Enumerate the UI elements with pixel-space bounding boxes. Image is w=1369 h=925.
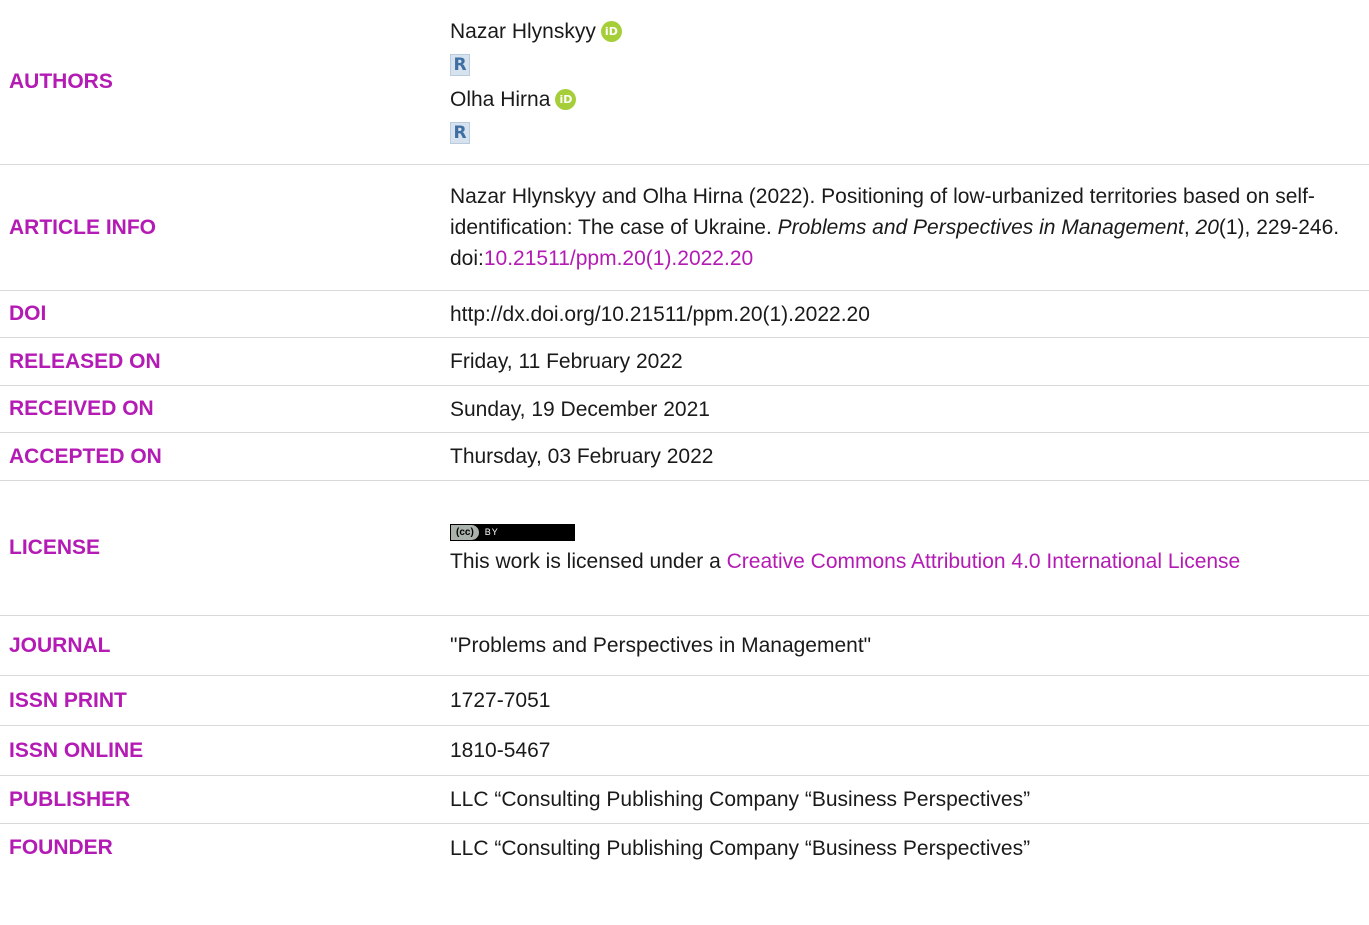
orcid-icon[interactable]: iD [600,20,622,42]
row-issn-print: ISSN PRINT 1727-7051 [0,676,1369,726]
doi-link[interactable]: 10.21511/ppm.20(1).2022.20 [484,247,753,270]
author-1-researchgate: R [450,48,1355,82]
label-issn-online: ISSN ONLINE [9,738,144,762]
row-doi: DOI http://dx.doi.org/10.21511/ppm.20(1)… [0,291,1369,338]
label-accepted: ACCEPTED ON [9,444,162,468]
label-doi: DOI [9,302,47,325]
author-1-name[interactable]: Nazar Hlynskyy [450,16,596,47]
by-icon: BY [484,527,499,537]
issn-online-value: 1810-5467 [450,739,551,762]
license-value: (cc) BY This work is licensed under a Cr… [450,520,1369,577]
accepted-value: Thursday, 03 February 2022 [450,445,714,468]
row-received: RECEIVED ON Sunday, 19 December 2021 [0,386,1369,433]
citation-journal: Problems and Perspectives in Management [777,216,1184,239]
label-journal: JOURNAL [9,633,111,657]
author-1: Nazar Hlynskyy iD [450,14,1355,48]
row-authors: AUTHORS Nazar Hlynskyy iD R Olha Hirna i… [0,0,1369,165]
received-value: Sunday, 19 December 2021 [450,397,710,421]
row-founder: FOUNDER LLC “Consulting Publishing Compa… [0,824,1369,872]
row-article-info: ARTICLE INFO Nazar Hlynskyy and Olha Hir… [0,165,1369,291]
label-publisher: PUBLISHER [9,787,131,811]
founder-value: LLC “Consulting Publishing Company “Busi… [450,836,1031,860]
doi-value: http://dx.doi.org/10.21511/ppm.20(1).202… [450,302,870,326]
author-2-researchgate: R [450,116,1355,150]
issn-print-value: 1727-7051 [450,689,551,712]
cc-by-badge-wrap: (cc) BY [450,520,1355,546]
citation-volume: 20 [1195,216,1219,239]
authors-list: Nazar Hlynskyy iD R Olha Hirna iD R [450,14,1369,150]
license-text-block: This work is licensed under a Creative C… [450,546,1355,577]
researchgate-icon[interactable]: R [450,54,470,76]
cc-icon: (cc) [451,525,479,540]
label-founder: FOUNDER [9,836,113,859]
license-text: This work is licensed under a [450,549,727,573]
label-received: RECEIVED ON [9,397,154,420]
license-link[interactable]: Creative Commons Attribution 4.0 Interna… [727,550,1241,573]
researchgate-icon[interactable]: R [450,122,470,144]
row-publisher: PUBLISHER LLC “Consulting Publishing Com… [0,776,1369,824]
label-issn-print: ISSN PRINT [9,688,127,712]
article-metadata-table: AUTHORS Nazar Hlynskyy iD R Olha Hirna i… [0,0,1369,872]
label-released: RELEASED ON [9,349,161,373]
row-issn-online: ISSN ONLINE 1810-5467 [0,726,1369,776]
author-2: Olha Hirna iD [450,82,1355,116]
author-2-name[interactable]: Olha Hirna [450,84,550,115]
publisher-value: LLC “Consulting Publishing Company “Busi… [450,788,1031,811]
label-authors: AUTHORS [9,70,113,93]
citation-sep: , [1183,216,1196,239]
row-accepted: ACCEPTED ON Thursday, 03 February 2022 [0,433,1369,481]
label-article-info: ARTICLE INFO [9,215,156,239]
row-license: LICENSE (cc) BY This work is licensed un… [0,481,1369,616]
orcid-icon[interactable]: iD [555,88,577,110]
journal-value: "Problems and Perspectives in Management… [450,634,872,657]
article-citation: Nazar Hlynskyy and Olha Hirna (2022). Po… [450,181,1369,274]
released-value: Friday, 11 February 2022 [450,350,683,373]
row-released: RELEASED ON Friday, 11 February 2022 [0,338,1369,386]
cc-by-badge[interactable]: (cc) BY [450,524,575,541]
row-journal: JOURNAL "Problems and Perspectives in Ma… [0,616,1369,676]
label-license: LICENSE [9,536,101,559]
